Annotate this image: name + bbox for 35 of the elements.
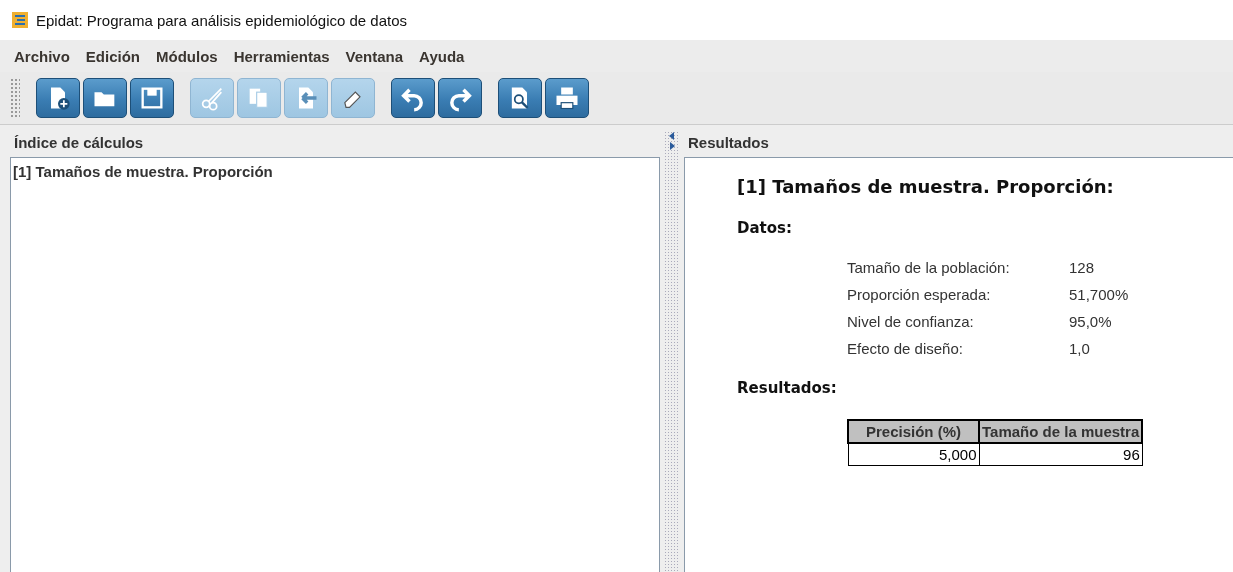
index-item[interactable]: [1] Tamaños de muestra. Proporción [11, 158, 659, 185]
app-logo-icon [12, 12, 28, 28]
preview-button[interactable] [498, 78, 542, 118]
menu-item[interactable]: Ventana [337, 47, 412, 65]
undo-button[interactable] [391, 78, 435, 118]
data-value: 95,0% [1069, 313, 1113, 330]
toolbar-grip[interactable] [10, 78, 20, 118]
menu-item[interactable]: Módulos [148, 47, 226, 65]
save-button[interactable] [130, 78, 174, 118]
data-label: Tamaño de la población: [847, 259, 1011, 276]
menu-item[interactable]: Archivo [6, 47, 78, 65]
data-label: Efecto de diseño: [847, 340, 964, 357]
redo-button[interactable] [438, 78, 482, 118]
section-heading: Datos: [737, 219, 793, 237]
table-cell: 96 [979, 443, 1143, 466]
open-button[interactable] [83, 78, 127, 118]
column-header: Tamaño de la muestra [979, 420, 1143, 443]
menu-item[interactable]: Edición [77, 47, 149, 65]
menu-item[interactable]: Ayuda [411, 47, 473, 65]
section-heading: Resultados: [737, 379, 838, 397]
column-header: Precisión (%) [848, 420, 979, 443]
panel-title: Resultados [687, 133, 770, 153]
panel-title: Índice de cálculos [13, 133, 145, 153]
table-cell: 5,000 [848, 443, 979, 466]
new-button[interactable] [36, 78, 80, 118]
result-heading: [1] Tamaños de muestra. Proporción: [737, 176, 1115, 197]
print-button[interactable] [545, 78, 589, 118]
collapse-arrows-icon[interactable] [668, 131, 676, 151]
menu-item[interactable]: Herramientas [225, 47, 338, 65]
data-value: 128 [1069, 259, 1096, 276]
data-label: Proporción esperada: [847, 286, 992, 303]
data-label: Nivel de confianza: [847, 313, 975, 330]
data-value: 1,0 [1069, 340, 1091, 357]
data-value: 51,700% [1069, 286, 1130, 303]
window-title: Epidat: Programa para análisis epidemiológico de datos [36, 11, 408, 29]
